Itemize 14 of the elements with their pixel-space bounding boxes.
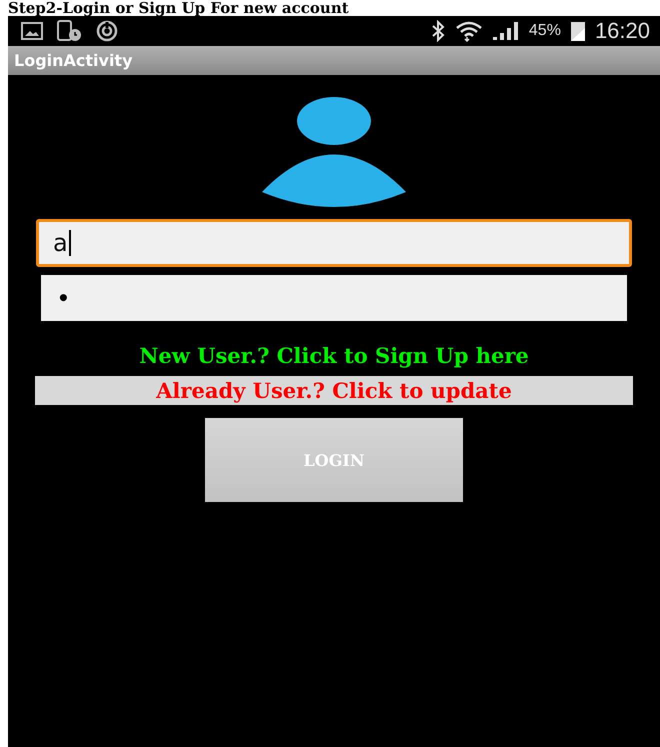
caption-text: Step2-Login or Sign Up For new account bbox=[7, 0, 350, 16]
input-field[interactable]: • bbox=[41, 275, 627, 321]
wifi-icon bbox=[454, 20, 483, 42]
input-field[interactable]: a bbox=[36, 219, 632, 267]
signup-link[interactable]: New User.? Click to Sign Up here bbox=[139, 343, 529, 368]
window-title: LoginActivity bbox=[14, 51, 133, 70]
battery-icon bbox=[568, 20, 587, 42]
signal-icon bbox=[490, 20, 521, 42]
tablet-clock-icon bbox=[56, 20, 82, 42]
picture-icon bbox=[20, 21, 44, 41]
sync-icon bbox=[94, 20, 120, 42]
clock-time: 16:20 bbox=[594, 18, 650, 44]
battery-percent: 45% bbox=[528, 22, 561, 40]
user-avatar-icon bbox=[261, 97, 407, 209]
